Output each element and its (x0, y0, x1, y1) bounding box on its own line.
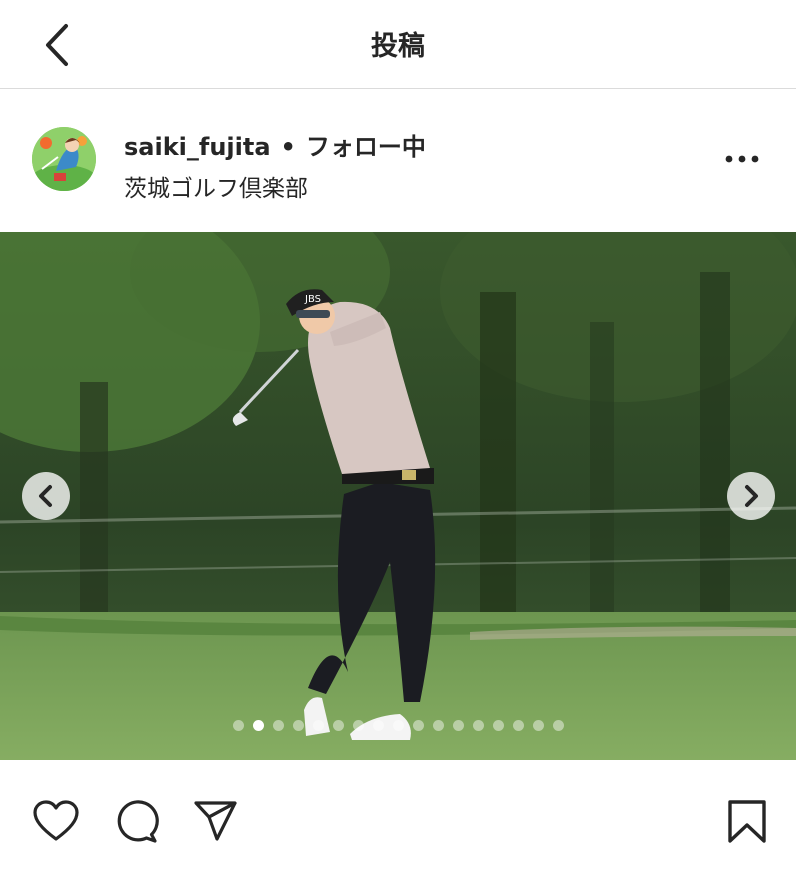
carousel-dots (0, 720, 796, 734)
more-options-button[interactable] (722, 147, 762, 171)
carousel-dot (332, 720, 344, 731)
carousel-dot (432, 720, 444, 731)
paper-plane-icon (194, 801, 237, 841)
golfer-photo: JBS (0, 232, 796, 760)
location-link[interactable]: 茨城ゴルフ倶楽部 (124, 169, 308, 203)
top-bar: 投稿 (0, 0, 796, 89)
user-line: saiki_fujita • フォロー中 (124, 127, 426, 162)
carousel-dot (512, 720, 524, 731)
following-button[interactable]: フォロー中 (306, 133, 426, 161)
carousel-dot (492, 720, 504, 731)
like-button[interactable] (31, 797, 81, 847)
carousel-dot (452, 720, 464, 731)
carousel-dot (272, 720, 284, 731)
carousel-prev-button[interactable] (22, 472, 70, 520)
save-button[interactable] (722, 797, 772, 847)
carousel-dot-active (252, 720, 264, 731)
carousel-dot (352, 720, 364, 731)
avatar[interactable] (32, 127, 96, 191)
carousel-dot (292, 720, 304, 731)
post-image[interactable]: JBS (0, 232, 796, 760)
comment-icon (117, 800, 159, 843)
more-horizontal-icon (725, 155, 759, 163)
carousel-dot (392, 720, 404, 731)
carousel-dot (372, 720, 384, 731)
carousel-dot (232, 720, 244, 731)
carousel-next-button[interactable] (727, 472, 775, 520)
bookmark-icon (728, 800, 766, 843)
cap-logo-text: JBS (304, 294, 321, 305)
avatar-illustration (32, 127, 96, 191)
carousel-dot (412, 720, 424, 731)
carousel-dot (532, 720, 544, 731)
page-title: 投稿 (371, 31, 425, 62)
carousel-dot (312, 720, 324, 731)
comment-button[interactable] (111, 797, 161, 847)
action-bar (0, 761, 796, 869)
carousel-dot (472, 720, 484, 731)
chevron-right-icon (745, 485, 758, 507)
carousel-dot (552, 720, 564, 731)
chevron-left-icon (39, 485, 52, 507)
heart-icon (33, 800, 79, 841)
post-header: saiki_fujita • フォロー中 茨城ゴルフ倶楽部 (0, 89, 796, 232)
separator-dot: • (280, 133, 296, 161)
share-button[interactable] (191, 797, 241, 847)
username-link[interactable]: saiki_fujita (124, 133, 271, 161)
